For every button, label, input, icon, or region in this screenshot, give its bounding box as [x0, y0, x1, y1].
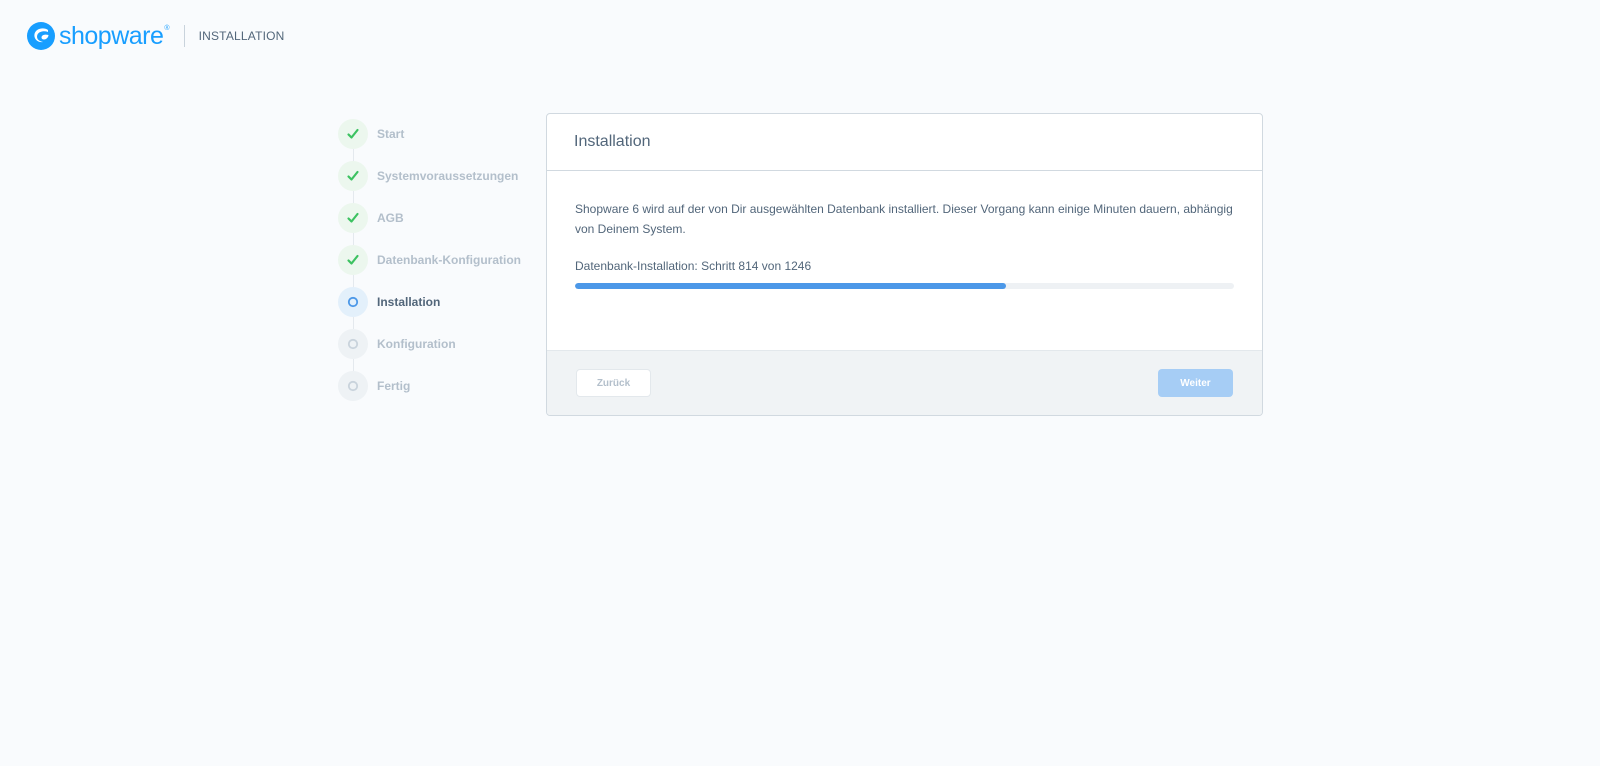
- step-systemvoraussetzungen: Systemvoraussetzungen: [338, 155, 538, 197]
- progress-label: Datenbank-Installation: Schritt 814 von …: [575, 259, 812, 273]
- step-datenbank-konfiguration: Datenbank-Konfiguration: [338, 239, 538, 281]
- shopware-logo[interactable]: shopware ®: [26, 21, 170, 51]
- shopware-logo-icon: [27, 22, 55, 50]
- circle-icon: [347, 338, 359, 350]
- step-indicator: [338, 371, 368, 401]
- step-konfiguration: Konfiguration: [338, 323, 538, 365]
- step-start: Start: [338, 113, 538, 155]
- step-label: Datenbank-Konfiguration: [377, 253, 521, 267]
- back-button[interactable]: Zurück: [576, 369, 651, 397]
- installation-description: Shopware 6 wird auf der von Dir ausgewäh…: [575, 202, 1233, 236]
- step-label: AGB: [377, 211, 404, 225]
- step-indicator: [338, 161, 368, 191]
- step-label: Systemvoraussetzungen: [377, 169, 519, 183]
- installation-card: Installation Shopware 6 wird auf der von…: [546, 113, 1263, 416]
- logo-text: shopware: [59, 21, 164, 50]
- step-fertig: Fertig: [338, 365, 538, 407]
- step-label: Start: [377, 127, 405, 141]
- checkmark-icon: [347, 128, 359, 139]
- installation-steps: Start Systemvoraussetzungen AGB Datenbank-K…: [338, 113, 538, 407]
- checkmark-icon: [347, 254, 359, 265]
- card-title: Installation: [574, 133, 651, 150]
- header-title: INSTALLATION: [198, 29, 285, 43]
- step-indicator: [338, 119, 368, 149]
- step-indicator: [338, 287, 368, 317]
- header-divider: [183, 25, 185, 47]
- circle-icon: [347, 380, 359, 392]
- card-body: Shopware 6 wird auf der von Dir ausgewäh…: [547, 171, 1262, 351]
- step-agb: AGB: [338, 197, 538, 239]
- logo-registered-mark: ®: [164, 25, 170, 32]
- header: shopware ® INSTALLATION: [26, 20, 285, 52]
- step-indicator: [338, 329, 368, 359]
- progress-bar-fill: [575, 283, 1006, 289]
- card-footer: Zurück Weiter: [547, 350, 1262, 415]
- circle-icon: [347, 296, 359, 308]
- step-indicator: [338, 245, 368, 275]
- step-label: Konfiguration: [377, 337, 456, 351]
- step-indicator: [338, 203, 368, 233]
- next-button[interactable]: Weiter: [1158, 369, 1233, 397]
- step-installation: Installation: [338, 281, 538, 323]
- card-header: Installation: [547, 114, 1262, 171]
- step-label: Installation: [377, 295, 441, 309]
- step-label: Fertig: [377, 379, 411, 393]
- checkmark-icon: [347, 212, 359, 223]
- checkmark-icon: [347, 170, 359, 181]
- progress-bar: [575, 283, 1234, 289]
